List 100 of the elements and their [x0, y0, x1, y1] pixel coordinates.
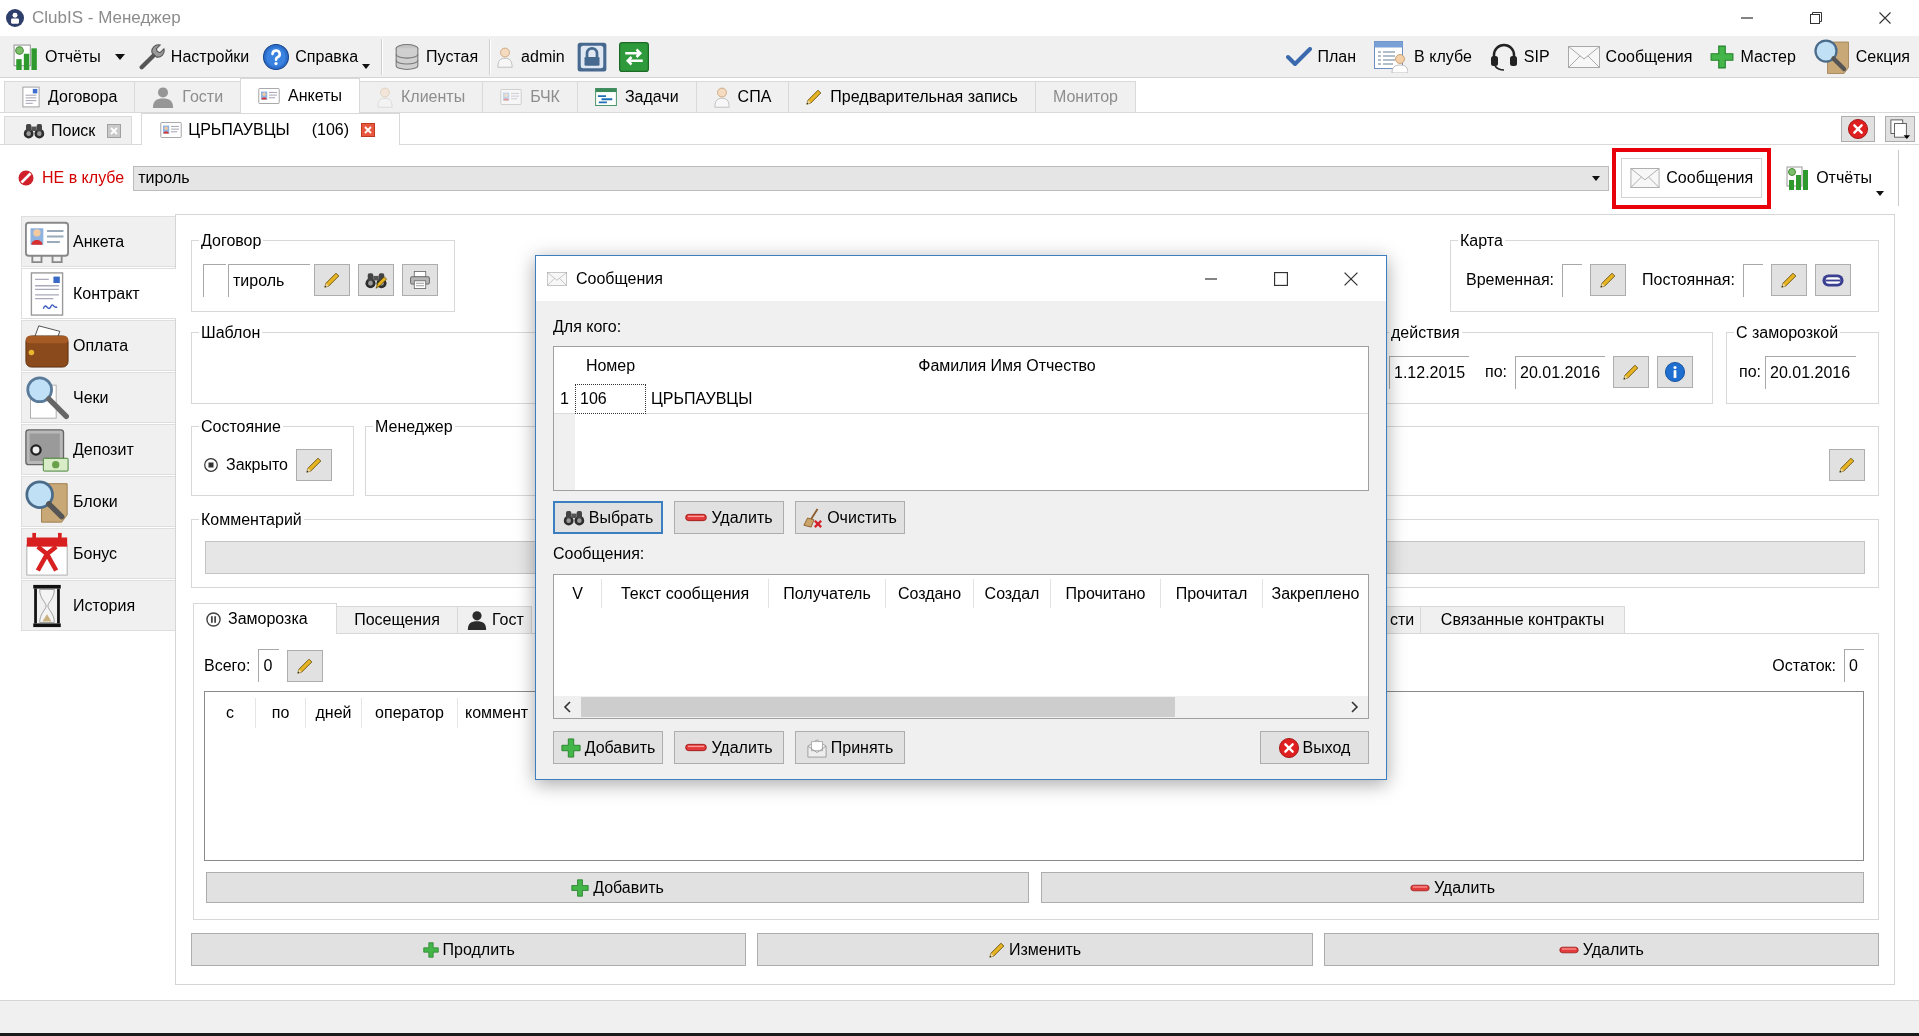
- exit-button[interactable]: Выход: [1260, 731, 1369, 764]
- column-header: Номер: [584, 355, 637, 376]
- tab[interactable]: СПА: [695, 81, 790, 112]
- maximize-icon: [1274, 271, 1288, 286]
- tab[interactable]: Связанные контракты: [1420, 606, 1625, 633]
- chevron-right-icon[interactable]: [1351, 701, 1359, 713]
- comment-field[interactable]: [1386, 541, 1865, 574]
- close-all-button[interactable]: [1841, 115, 1875, 142]
- section-button[interactable]: Секция: [1808, 38, 1915, 75]
- radio-button[interactable]: [204, 458, 218, 472]
- text-field[interactable]: 1.12.2015: [1389, 355, 1469, 389]
- edit-button[interactable]: [296, 449, 332, 481]
- add-button[interactable]: Добавить: [206, 872, 1029, 903]
- plus-icon: [571, 878, 590, 897]
- column-header: коммент: [464, 703, 530, 724]
- edit-button[interactable]: [1770, 264, 1807, 296]
- field-label: по:: [1485, 362, 1507, 382]
- search-edit-button[interactable]: [358, 264, 394, 296]
- select-button[interactable]: Выбрать: [553, 501, 663, 534]
- windows-button[interactable]: [1885, 115, 1915, 142]
- sidebar-item[interactable]: Анкета: [21, 216, 175, 267]
- delete-button[interactable]: Удалить: [674, 501, 784, 534]
- sidebar-item[interactable]: Бонус: [21, 528, 175, 579]
- tab[interactable]: Договора: [4, 81, 136, 112]
- minus-icon: [685, 513, 708, 522]
- tab[interactable]: Задачи: [576, 81, 697, 112]
- plan-button[interactable]: План: [1280, 38, 1362, 75]
- magnifier-box-icon: [1813, 38, 1850, 75]
- tab[interactable]: Анкеты: [240, 78, 360, 113]
- section-label: Сообщения:: [553, 544, 645, 564]
- scrollbar-thumb[interactable]: [581, 697, 1175, 717]
- close-icon[interactable]: [107, 123, 122, 138]
- person-icon: [152, 86, 175, 108]
- table-cell[interactable]: 106: [575, 384, 646, 414]
- in-club-button[interactable]: В клубе: [1369, 38, 1477, 75]
- document-tab[interactable]: ЦРЬПАУВЦЫ (106): [141, 113, 400, 145]
- chevron-left-icon[interactable]: [563, 701, 571, 713]
- magnifier-box-icon: [25, 479, 69, 524]
- text-field[interactable]: 0: [1844, 649, 1864, 682]
- pause-icon: [206, 611, 221, 627]
- wizard-button[interactable]: Мастер: [1705, 38, 1801, 75]
- sip-button[interactable]: SIP: [1484, 38, 1555, 75]
- column-header: Закреплено: [1270, 583, 1361, 604]
- extend-button[interactable]: Продлить: [191, 933, 747, 966]
- messages-button[interactable]: Сообщения: [1621, 158, 1763, 198]
- reports-button[interactable]: Отчёты: [8, 38, 106, 75]
- info-button[interactable]: [1657, 356, 1693, 388]
- edit-button[interactable]: [314, 264, 350, 296]
- envelope-icon: [547, 271, 567, 286]
- horizontal-scrollbar[interactable]: [554, 696, 1368, 718]
- text-field[interactable]: тироль: [228, 263, 310, 297]
- edit-button[interactable]: [1829, 449, 1865, 481]
- tab[interactable]: Гост: [457, 606, 532, 633]
- sidebar-item[interactable]: История: [21, 580, 175, 631]
- plus-icon: [1710, 44, 1735, 69]
- clear-button[interactable]: Очистить: [795, 501, 905, 534]
- delete-button[interactable]: Удалить: [1323, 933, 1879, 966]
- minus-icon: [685, 743, 708, 752]
- contract-combo[interactable]: тироль: [133, 165, 1610, 191]
- field-label: Закрыто: [226, 455, 288, 475]
- card-button[interactable]: [1814, 264, 1851, 296]
- add-button[interactable]: Добавить: [553, 731, 663, 764]
- tab[interactable]: Посещения: [336, 606, 458, 633]
- edit-button[interactable]: Изменить: [757, 933, 1313, 966]
- table-cell[interactable]: ЦРЬПАУВЦЫ: [646, 384, 1368, 414]
- column-header: Создано: [886, 579, 974, 608]
- delete-button[interactable]: Удалить: [674, 731, 784, 764]
- sidebar-item[interactable]: Чеки: [21, 372, 175, 423]
- text-field[interactable]: 20.01.2016: [1765, 355, 1856, 389]
- app-icon: [6, 9, 24, 27]
- edit-button[interactable]: [1613, 356, 1649, 388]
- user-icon: [713, 86, 730, 108]
- edit-button[interactable]: [287, 649, 324, 682]
- text-field[interactable]: 0: [258, 649, 280, 682]
- sidebar-item[interactable]: Депозит: [21, 424, 175, 475]
- comment-field[interactable]: [205, 541, 536, 574]
- delete-button[interactable]: Удалить: [1041, 872, 1864, 903]
- accept-button[interactable]: Принять: [795, 731, 905, 764]
- tab[interactable]: Заморозка: [193, 603, 337, 634]
- document-tab[interactable]: Поиск: [4, 116, 133, 144]
- sidebar-item[interactable]: Оплата: [21, 320, 175, 371]
- print-button[interactable]: [402, 264, 438, 296]
- sidebar-item[interactable]: Блоки: [21, 476, 175, 527]
- settings-button[interactable]: Настройки: [133, 38, 255, 75]
- messages-button[interactable]: Сообщения: [1562, 38, 1698, 75]
- close-icon[interactable]: [361, 122, 375, 137]
- edit-button[interactable]: [1590, 264, 1627, 296]
- database-button[interactable]: Пустая: [389, 38, 484, 75]
- sidebar-item[interactable]: Контракт: [21, 268, 176, 319]
- text-field[interactable]: 20.01.2016: [1515, 355, 1605, 389]
- caret-icon: [1876, 191, 1884, 196]
- field-label: Остаток:: [1772, 655, 1836, 676]
- user-icon: [376, 86, 393, 108]
- text-field[interactable]: [203, 263, 226, 297]
- tab[interactable]: Предварительная запись: [788, 81, 1036, 112]
- column-header: Прочитано: [1051, 579, 1161, 608]
- reports-button[interactable]: Отчёты: [1783, 154, 1887, 202]
- help-button[interactable]: Справка: [258, 38, 376, 75]
- status-label: НЕ в клубе: [42, 168, 125, 188]
- close-icon: [1344, 271, 1358, 286]
